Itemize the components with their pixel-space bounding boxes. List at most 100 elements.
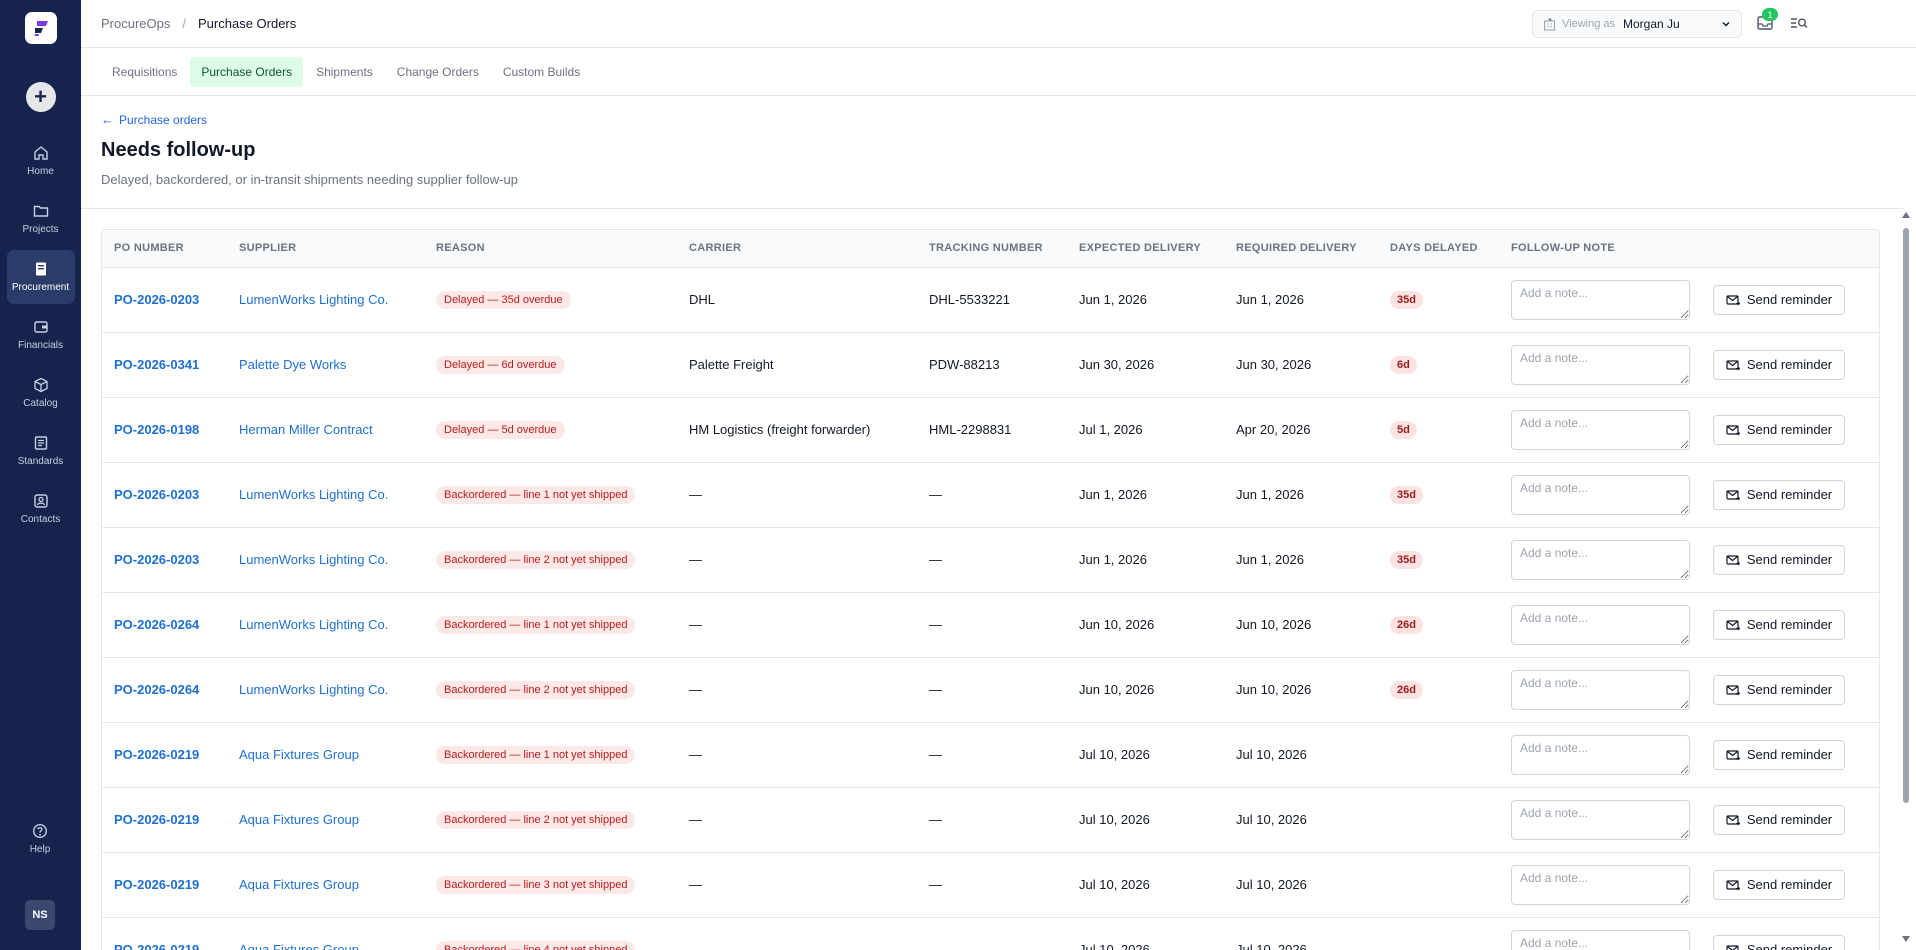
supplier-link[interactable]: LumenWorks Lighting Co. [239, 292, 388, 307]
expected-delivery-cell: Jun 1, 2026 [1079, 552, 1147, 567]
action-cell: Send reminder [1701, 462, 1879, 527]
po-number-link[interactable]: PO-2026-0264 [114, 617, 199, 632]
scrollbar-thumb[interactable] [1903, 228, 1909, 803]
send-reminder-button[interactable]: Send reminder [1713, 869, 1845, 900]
user-avatar[interactable]: NS [25, 900, 55, 930]
days-delayed-cell: 35d [1378, 527, 1499, 592]
sidebar-item-label: Home [27, 166, 54, 177]
sidebar-item-contacts[interactable]: Contacts [7, 482, 75, 536]
supplier-cell: LumenWorks Lighting Co. [227, 527, 424, 592]
supplier-link[interactable]: Herman Miller Contract [239, 422, 373, 437]
carrier-cell: — [689, 617, 702, 632]
expected-delivery-cell: Jul 10, 2026 [1079, 747, 1150, 762]
sidebar-item-projects[interactable]: Projects [7, 192, 75, 246]
send-reminder-button[interactable]: Send reminder [1713, 284, 1845, 315]
action-cell: Send reminder [1701, 787, 1879, 852]
supplier-link[interactable]: Aqua Fixtures Group [239, 812, 359, 827]
po-number-link[interactable]: PO-2026-0219 [114, 942, 199, 950]
supplier-link[interactable]: Aqua Fixtures Group [239, 942, 359, 950]
required-delivery-cell: Jul 10, 2026 [1236, 942, 1307, 950]
tab-purchase-orders[interactable]: Purchase Orders [190, 56, 304, 87]
breadcrumb-root[interactable]: ProcureOps [101, 16, 170, 31]
send-reminder-button[interactable]: Send reminder [1713, 479, 1845, 510]
follow-up-note-input[interactable] [1511, 929, 1690, 950]
tab-shipments[interactable]: Shipments [305, 57, 384, 87]
supplier-link[interactable]: LumenWorks Lighting Co. [239, 682, 388, 697]
tab-custom-builds[interactable]: Custom Builds [492, 57, 591, 87]
scroll-down-arrow[interactable] [1902, 936, 1910, 942]
po-number-link[interactable]: PO-2026-0203 [114, 487, 199, 502]
sidebar-item-help[interactable]: Help [6, 812, 74, 866]
po-number-link[interactable]: PO-2026-0341 [114, 357, 199, 372]
breadcrumb-current: Purchase Orders [198, 16, 297, 31]
po-number-cell: PO-2026-0219 [102, 852, 227, 917]
page-subtitle: Delayed, backordered, or in-transit ship… [101, 172, 518, 187]
mail-send-icon [1726, 619, 1740, 630]
sidebar-item-procurement[interactable]: Procurement [6, 250, 75, 304]
carrier-cell: — [689, 942, 702, 950]
supplier-link[interactable]: Palette Dye Works [239, 357, 346, 372]
follow-up-note-input[interactable] [1511, 409, 1690, 450]
required-delivery-cell: Apr 20, 2026 [1236, 422, 1311, 437]
sidebar-item-home[interactable]: Home [7, 134, 75, 188]
po-number-link[interactable]: PO-2026-0219 [114, 747, 199, 762]
sidebar-item-label: Projects [22, 224, 59, 235]
back-link[interactable]: ← Purchase orders [101, 112, 518, 127]
tab-requisitions[interactable]: Requisitions [101, 57, 188, 87]
send-reminder-button[interactable]: Send reminder [1713, 804, 1845, 835]
action-cell: Send reminder [1701, 592, 1879, 657]
po-number-link[interactable]: PO-2026-0203 [114, 292, 199, 307]
po-number-link[interactable]: PO-2026-0219 [114, 877, 199, 892]
sidebar-item-standards[interactable]: Standards [7, 424, 75, 478]
supplier-link[interactable]: Aqua Fixtures Group [239, 877, 359, 892]
send-reminder-button[interactable]: Send reminder [1713, 544, 1845, 575]
send-reminder-button[interactable]: Send reminder [1713, 349, 1845, 380]
supplier-link[interactable]: LumenWorks Lighting Co. [239, 487, 388, 502]
scroll-up-arrow[interactable] [1902, 212, 1910, 218]
supplier-link[interactable]: LumenWorks Lighting Co. [239, 617, 388, 632]
send-reminder-button[interactable]: Send reminder [1713, 414, 1845, 445]
po-number-link[interactable]: PO-2026-0264 [114, 682, 199, 697]
app-logo[interactable] [24, 12, 57, 44]
scrollbar[interactable] [1900, 210, 1912, 950]
follow-up-note-input[interactable] [1511, 669, 1690, 710]
follow-up-note-input[interactable] [1511, 604, 1690, 645]
supplier-link[interactable]: Aqua Fixtures Group [239, 747, 359, 762]
viewing-as-select[interactable]: Viewing as Morgan Ju [1532, 10, 1742, 38]
search-list-button[interactable] [1790, 15, 1810, 33]
send-reminder-label: Send reminder [1746, 357, 1833, 372]
follow-up-note-input[interactable] [1511, 279, 1690, 320]
days-delayed-cell: 5d [1378, 397, 1499, 462]
follow-up-note-cell [1499, 397, 1701, 462]
inbox-button[interactable]: 1 [1756, 8, 1778, 34]
send-reminder-button[interactable]: Send reminder [1713, 674, 1845, 705]
action-cell: Send reminder [1701, 722, 1879, 787]
follow-up-note-input[interactable] [1511, 799, 1690, 840]
po-number-cell: PO-2026-0203 [102, 462, 227, 527]
required-delivery-cell: Jul 10, 2026 [1236, 747, 1307, 762]
send-reminder-label: Send reminder [1746, 617, 1833, 632]
po-number-link[interactable]: PO-2026-0203 [114, 552, 199, 567]
carrier-cell: Palette Freight [689, 357, 774, 372]
send-reminder-button[interactable]: Send reminder [1713, 609, 1845, 640]
table-row: PO-2026-0203 LumenWorks Lighting Co. Backo… [102, 462, 1879, 527]
po-number-link[interactable]: PO-2026-0198 [114, 422, 199, 437]
tab-change-orders[interactable]: Change Orders [386, 57, 490, 87]
sidebar-item-catalog[interactable]: Catalog [7, 366, 75, 420]
follow-up-note-input[interactable] [1511, 864, 1690, 905]
table-row: PO-2026-0203 LumenWorks Lighting Co. Backo… [102, 527, 1879, 592]
sidebar-item-financials[interactable]: Financials [7, 308, 75, 362]
follow-up-note-input[interactable] [1511, 344, 1690, 385]
required-delivery-cell: Jun 10, 2026 [1236, 617, 1312, 632]
create-new-button[interactable]: + [25, 82, 56, 112]
send-reminder-button[interactable]: Send reminder [1713, 934, 1845, 950]
po-number-cell: PO-2026-0203 [102, 527, 227, 592]
po-number-link[interactable]: PO-2026-0219 [114, 812, 199, 827]
po-number-cell: PO-2026-0219 [102, 722, 227, 787]
follow-up-note-input[interactable] [1511, 474, 1690, 515]
follow-up-note-input[interactable] [1511, 539, 1690, 580]
follow-up-note-input[interactable] [1511, 734, 1690, 775]
logo-icon [34, 21, 48, 36]
supplier-link[interactable]: LumenWorks Lighting Co. [239, 552, 388, 567]
send-reminder-button[interactable]: Send reminder [1713, 739, 1845, 770]
